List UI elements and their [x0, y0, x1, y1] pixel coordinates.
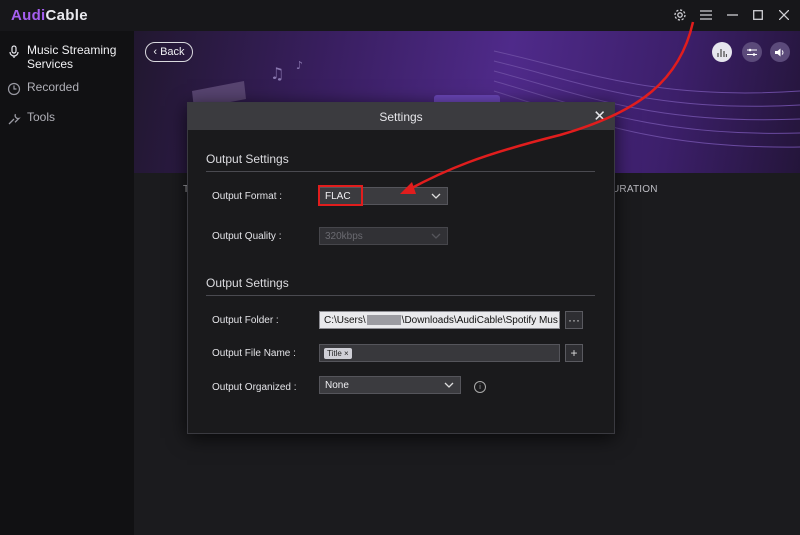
title-bar: AudiCable: [0, 0, 800, 31]
sliders-icon: [747, 48, 757, 56]
window-controls: [672, 6, 792, 24]
close-icon[interactable]: [776, 6, 792, 24]
column-header-duration[interactable]: URATION: [612, 184, 658, 195]
output-format-label: Output Format :: [212, 191, 283, 202]
settings-gear-icon[interactable]: [672, 6, 688, 24]
output-organized-select[interactable]: None: [319, 376, 461, 394]
speaker-icon: [775, 48, 784, 56]
chevron-down-icon: [444, 382, 454, 388]
output-quality-label: Output Quality :: [212, 231, 282, 242]
folder-path-suffix: \Downloads\AudiCable\Spotify Mus: [401, 314, 558, 326]
chevron-down-icon: [431, 193, 441, 199]
section-title-output-2: Output Settings: [206, 276, 289, 290]
clock-icon: [7, 82, 21, 96]
dialog-header: Settings ✕: [188, 103, 614, 130]
back-button[interactable]: ‹ Back: [145, 42, 193, 62]
sliders-button[interactable]: [742, 42, 762, 62]
sidebar-item-label: Tools: [27, 110, 56, 124]
svg-text:♫: ♫: [270, 64, 284, 83]
minimize-icon[interactable]: [724, 6, 740, 24]
sidebar-item-label: Music Streaming Services: [27, 43, 117, 71]
app-logo: AudiCable: [11, 7, 88, 24]
section-divider: [206, 295, 595, 296]
menu-icon[interactable]: [698, 6, 714, 24]
equalizer-icon: [717, 48, 727, 57]
output-file-name-label: Output File Name :: [212, 348, 296, 359]
browse-folder-button[interactable]: ···: [565, 311, 583, 329]
sidebar-item-tools[interactable]: Tools: [0, 110, 134, 126]
equalizer-button[interactable]: [712, 42, 732, 62]
output-format-select[interactable]: FLAC: [318, 185, 448, 206]
add-file-name-tag-button[interactable]: +: [565, 344, 583, 362]
folder-path-prefix: C:\Users\: [324, 314, 366, 326]
output-folder-input[interactable]: C:\Users\ \Downloads\AudiCable\Spotify Mu…: [319, 311, 560, 329]
settings-dialog: Settings ✕ Output Settings Output Format…: [187, 102, 615, 434]
chevron-left-icon: ‹: [153, 46, 158, 58]
redacted-username: [366, 315, 401, 325]
back-label: Back: [160, 46, 185, 58]
sidebar-item-label: Recorded: [27, 80, 80, 94]
microphone-icon: [7, 45, 21, 59]
sidebar-item-music-streaming[interactable]: Music Streaming Services: [0, 43, 134, 71]
output-organized-value: None: [325, 379, 349, 391]
sidebar-item-recorded[interactable]: Recorded: [0, 80, 134, 96]
output-quality-select[interactable]: 320kbps: [319, 227, 448, 245]
file-name-tag-title[interactable]: Title ×: [324, 347, 352, 359]
highlight-box: [318, 185, 363, 206]
chevron-down-icon: [431, 233, 441, 239]
dialog-title: Settings: [379, 110, 423, 124]
svg-text:♪: ♪: [296, 59, 303, 72]
output-file-name-input[interactable]: Title ×: [319, 344, 560, 362]
maximize-icon[interactable]: [750, 6, 766, 24]
section-divider: [206, 171, 595, 172]
info-icon[interactable]: i: [474, 381, 486, 393]
wrench-icon: [7, 112, 21, 126]
dialog-close-icon[interactable]: ✕: [593, 107, 606, 125]
volume-button[interactable]: [770, 42, 790, 62]
output-folder-label: Output Folder :: [212, 315, 279, 326]
section-title-output: Output Settings: [206, 152, 289, 166]
output-quality-value: 320kbps: [325, 230, 363, 242]
sidebar: Music Streaming Services Recorded Tools: [0, 31, 134, 535]
output-organized-label: Output Organized :: [212, 382, 297, 393]
